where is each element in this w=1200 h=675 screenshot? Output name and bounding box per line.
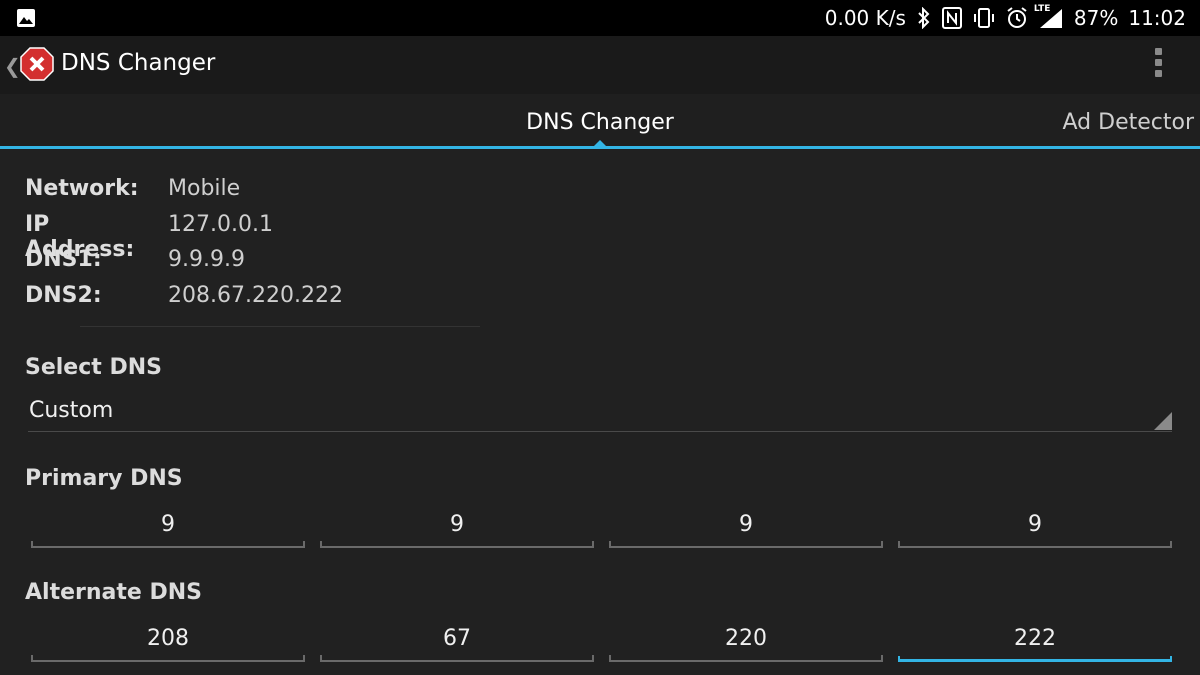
select-dns-spinner[interactable]: Custom — [28, 390, 1172, 432]
app-title: DNS Changer — [61, 50, 216, 76]
info-label: DNS2: — [25, 283, 102, 308]
vibrate-icon — [972, 7, 996, 29]
alternate-dns-octet-2[interactable]: 67 — [320, 624, 594, 662]
battery-percent: 87% — [1073, 6, 1119, 30]
octet-value: 208 — [147, 626, 189, 651]
octet-value: 220 — [725, 626, 767, 651]
octet-value: 9 — [161, 512, 175, 537]
nfc-icon — [941, 7, 962, 29]
spinner-underline — [28, 431, 1172, 432]
field-underline — [31, 541, 305, 548]
divider — [80, 326, 480, 327]
field-underline — [31, 655, 305, 662]
alternate-dns-octet-3[interactable]: 220 — [609, 624, 883, 662]
info-label: Network: — [25, 176, 139, 201]
field-underline — [320, 541, 594, 548]
octet-value: 9 — [450, 512, 464, 537]
info-value: Mobile — [168, 176, 241, 201]
field-underline — [609, 655, 883, 662]
lte-badge: LTE — [1033, 4, 1051, 14]
field-underline — [320, 655, 594, 662]
primary-dns-octet-1[interactable]: 9 — [31, 510, 305, 548]
octet-value: 67 — [443, 626, 471, 651]
info-value: 127.0.0.1 — [168, 212, 273, 237]
info-value: 208.67.220.222 — [168, 283, 343, 308]
octet-value: 222 — [1014, 626, 1056, 651]
alternate-dns-label: Alternate DNS — [25, 580, 202, 605]
alarm-icon — [1006, 7, 1028, 29]
info-value: 9.9.9.9 — [168, 247, 245, 272]
alternate-dns-octet-1[interactable]: 208 — [31, 624, 305, 662]
primary-dns-label: Primary DNS — [25, 466, 183, 491]
tab-dns-changer[interactable]: DNS Changer — [500, 110, 700, 135]
back-chevron-icon[interactable]: ❮ — [4, 54, 21, 78]
clock: 11:02 — [1128, 6, 1186, 30]
primary-dns-octet-3[interactable]: 9 — [609, 510, 883, 548]
select-dns-label: Select DNS — [25, 355, 162, 380]
image-notification-icon — [16, 8, 36, 32]
field-underline — [898, 541, 1172, 548]
dropdown-triangle-icon — [1154, 412, 1172, 430]
status-bar: 0.00 K/s LTE 87% 11:02 — [0, 0, 1200, 36]
info-label: DNS1: — [25, 247, 102, 272]
primary-dns-octet-2[interactable]: 9 — [320, 510, 594, 548]
signal-icon: LTE — [1034, 4, 1064, 29]
field-underline — [609, 541, 883, 548]
spinner-value: Custom — [29, 398, 114, 423]
tab-indicator-arrow — [593, 140, 607, 147]
status-icons: 0.00 K/s LTE 87% 11:02 — [825, 0, 1186, 36]
overflow-menu-icon[interactable] — [1146, 48, 1170, 82]
alternate-dns-octet-4[interactable]: 222 — [898, 624, 1172, 662]
octet-value: 9 — [739, 512, 753, 537]
tab-ad-detector[interactable]: Ad Detector — [1063, 110, 1194, 135]
octet-value: 9 — [1028, 512, 1042, 537]
action-bar: ❮ DNS Changer — [0, 36, 1200, 94]
red-x-shield-icon[interactable] — [20, 47, 54, 81]
network-speed: 0.00 K/s — [824, 6, 906, 30]
field-underline-focused — [898, 656, 1172, 662]
primary-dns-octet-4[interactable]: 9 — [898, 510, 1172, 548]
bluetooth-icon — [916, 7, 932, 29]
